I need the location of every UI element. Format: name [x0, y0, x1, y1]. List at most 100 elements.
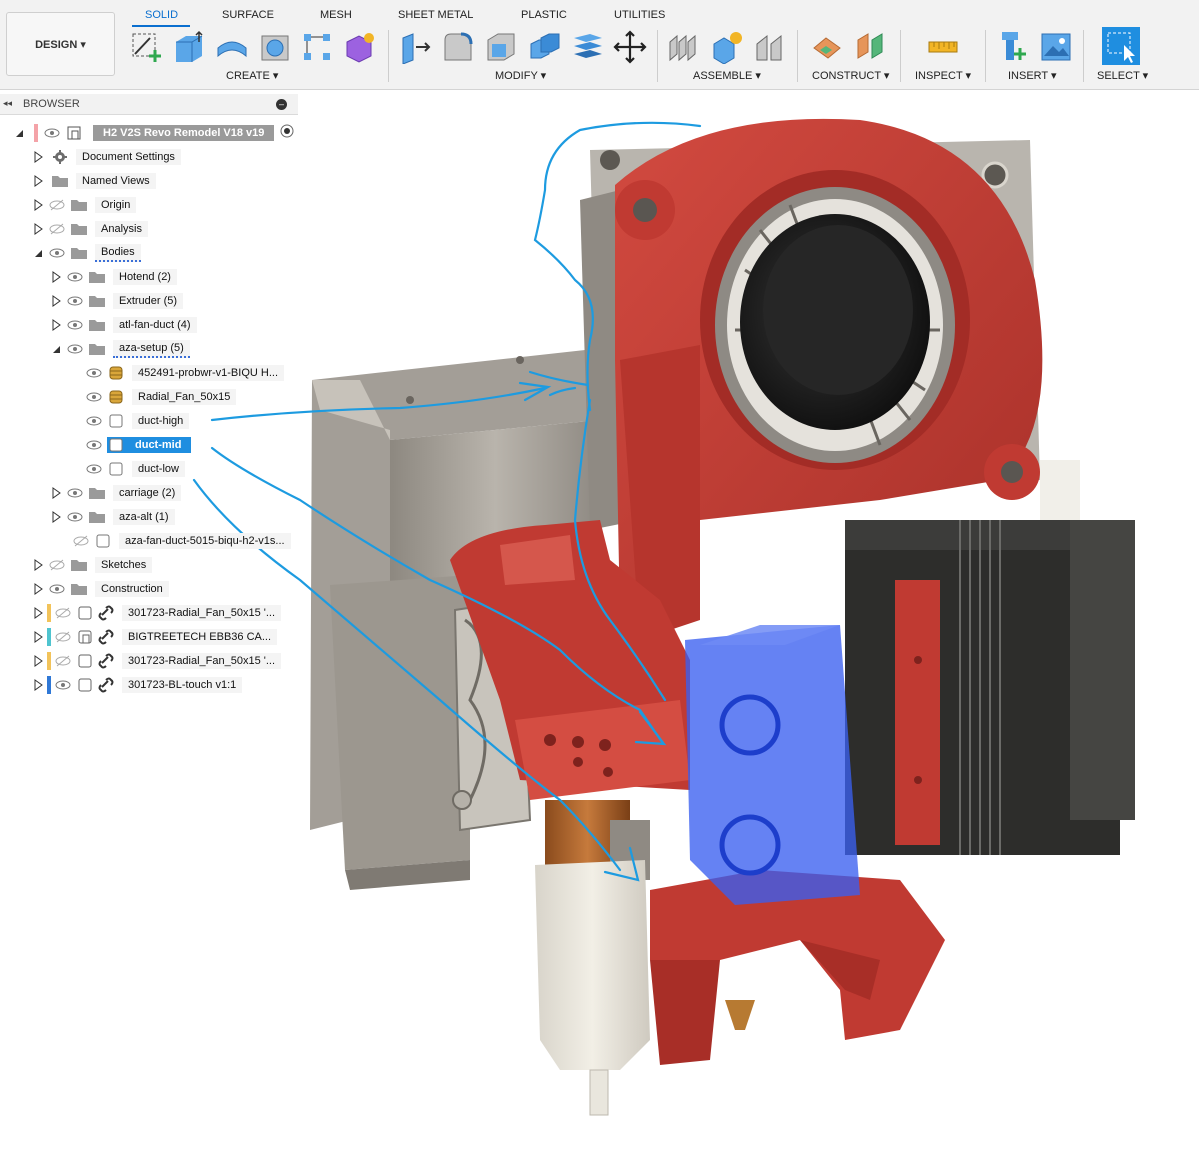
expand-triangle-icon[interactable] — [33, 195, 43, 215]
browser-component-radial-fan-1[interactable]: 301723-Radial_Fan_50x15 '... — [33, 603, 282, 623]
browser-component-ebb36[interactable]: BIGTREETECH EBB36 CA... — [33, 627, 278, 647]
expand-triangle-icon[interactable] — [51, 267, 61, 287]
duct-mid-body-label[interactable]: duct-mid — [125, 437, 192, 453]
hidden-eye-icon[interactable] — [49, 557, 65, 573]
bodies-label[interactable]: Bodies — [95, 244, 141, 262]
expand-triangle-icon[interactable] — [51, 483, 61, 503]
browser-item-construction[interactable]: Construction — [33, 579, 169, 599]
construct-group-label[interactable]: CONSTRUCT ▾ — [812, 69, 889, 82]
visibility-eye-icon[interactable] — [86, 437, 102, 453]
browser-item-document-settings[interactable]: Document Settings — [33, 147, 181, 167]
aza-alt-label[interactable]: aza-alt (1) — [113, 509, 175, 525]
extruder-label[interactable]: Extruder (5) — [113, 293, 184, 309]
visibility-eye-icon[interactable] — [67, 293, 83, 309]
radial-fan-component-1-label[interactable]: 301723-Radial_Fan_50x15 '... — [122, 605, 282, 621]
browser-minimize-button[interactable]: – — [276, 99, 287, 110]
expand-triangle-icon[interactable] — [33, 603, 43, 623]
tab-plastic[interactable]: PLASTIC — [521, 9, 567, 21]
workspace-switcher-button[interactable]: DESIGN ▾ — [6, 12, 115, 76]
fillet-icon[interactable] — [441, 30, 475, 64]
hidden-eye-icon[interactable] — [55, 629, 71, 645]
browser-body-radial-fan[interactable]: Radial_Fan_50x15 — [80, 387, 237, 407]
3d-viewport[interactable] — [0, 0, 1199, 1149]
browser-item-origin[interactable]: Origin — [33, 195, 137, 215]
visibility-eye-icon[interactable] — [86, 389, 102, 405]
plane-at-angle-icon[interactable] — [854, 30, 888, 64]
browser-body-duct-high[interactable]: duct-high — [80, 411, 190, 431]
hole-icon[interactable] — [258, 30, 292, 64]
select-group-label[interactable]: SELECT ▾ — [1097, 69, 1148, 82]
expand-triangle-icon[interactable] — [33, 171, 43, 191]
browser-item-bodies[interactable]: Bodies — [33, 243, 141, 263]
joint-icon[interactable] — [710, 30, 744, 64]
measure-icon[interactable] — [926, 30, 960, 64]
expand-triangle-icon[interactable] — [33, 219, 43, 239]
browser-item-extruder[interactable]: Extruder (5) — [51, 291, 184, 311]
revolve-icon[interactable] — [215, 30, 249, 64]
origin-label[interactable]: Origin — [95, 197, 137, 213]
expand-triangle-icon[interactable] — [51, 291, 61, 311]
visibility-eye-icon[interactable] — [86, 413, 102, 429]
visibility-eye-icon[interactable] — [67, 317, 83, 333]
pattern-icon[interactable] — [300, 30, 334, 64]
tab-utilities[interactable]: UTILITIES — [614, 9, 665, 21]
browser-body-duct-mid[interactable]: duct-mid — [80, 435, 192, 455]
inspect-group-label[interactable]: INSPECT ▾ — [915, 69, 971, 82]
document-settings-label[interactable]: Document Settings — [76, 149, 181, 165]
browser-item-aza-alt[interactable]: aza-alt (1) — [51, 507, 175, 527]
tab-mesh[interactable]: MESH — [320, 9, 352, 21]
collapse-panel-icon[interactable]: ◂◂ — [3, 98, 12, 109]
expand-triangle-icon[interactable] — [33, 579, 43, 599]
select-window-icon[interactable] — [1102, 27, 1140, 65]
aza-setup-label[interactable]: aza-setup (5) — [113, 340, 190, 358]
as-built-joint-icon[interactable] — [753, 30, 787, 64]
offset-plane-icon[interactable] — [810, 30, 844, 64]
hidden-eye-icon[interactable] — [49, 221, 65, 237]
collapse-triangle-icon[interactable] — [51, 339, 61, 359]
browser-root-row[interactable]: H2 V2S Revo Remodel V18 v19 — [14, 123, 294, 143]
duct-low-body-label[interactable]: duct-low — [132, 461, 185, 477]
browser-item-hotend[interactable]: Hotend (2) — [51, 267, 177, 287]
browser-body-probwr[interactable]: 452491-probwr-v1-BIQU H... — [80, 363, 284, 383]
visibility-eye-icon[interactable] — [67, 269, 83, 285]
named-views-label[interactable]: Named Views — [76, 173, 156, 189]
expand-triangle-icon[interactable] — [51, 507, 61, 527]
sketches-label[interactable]: Sketches — [95, 557, 153, 573]
move-copy-icon[interactable] — [613, 30, 647, 64]
atl-fan-duct-label[interactable]: atl-fan-duct (4) — [113, 317, 197, 333]
tab-solid[interactable]: SOLID — [145, 9, 178, 21]
expand-triangle-icon[interactable] — [33, 147, 43, 167]
insert-canvas-icon[interactable] — [1039, 30, 1073, 64]
insert-mcmaster-icon[interactable] — [996, 30, 1030, 64]
probwr-body-label[interactable]: 452491-probwr-v1-BIQU H... — [132, 365, 284, 381]
tab-sheet-metal[interactable]: SHEET METAL — [398, 9, 473, 21]
root-component-label[interactable]: H2 V2S Revo Remodel V18 v19 — [93, 125, 275, 141]
expand-triangle-icon[interactable] — [33, 555, 43, 575]
carriage-label[interactable]: carriage (2) — [113, 485, 182, 501]
create-form-icon[interactable] — [343, 30, 377, 64]
bl-touch-component-label[interactable]: 301723-BL-touch v1:1 — [122, 677, 243, 693]
visibility-eye-icon[interactable] — [86, 365, 102, 381]
assemble-group-label[interactable]: ASSEMBLE ▾ — [693, 69, 761, 82]
hidden-eye-icon[interactable] — [73, 533, 89, 549]
visibility-eye-icon[interactable] — [49, 245, 65, 261]
browser-body-duct-low[interactable]: duct-low — [80, 459, 185, 479]
hotend-label[interactable]: Hotend (2) — [113, 269, 177, 285]
browser-body-aza-fan-duct[interactable]: aza-fan-duct-5015-biqu-h2-v1s... — [67, 531, 291, 551]
insert-group-label[interactable]: INSERT ▾ — [1008, 69, 1057, 82]
hidden-eye-icon[interactable] — [55, 605, 71, 621]
visibility-eye-icon[interactable] — [67, 341, 83, 357]
expand-triangle-icon[interactable] — [33, 675, 43, 695]
visibility-eye-icon[interactable] — [49, 581, 65, 597]
visibility-eye-icon[interactable] — [67, 485, 83, 501]
visibility-eye-icon[interactable] — [67, 509, 83, 525]
shell-icon[interactable] — [484, 30, 518, 64]
browser-item-aza-setup[interactable]: aza-setup (5) — [51, 339, 190, 359]
construction-label[interactable]: Construction — [95, 581, 169, 597]
browser-item-named-views[interactable]: Named Views — [33, 171, 156, 191]
expand-triangle-icon[interactable] — [33, 651, 43, 671]
create-group-label[interactable]: CREATE ▾ — [226, 69, 278, 82]
tab-surface[interactable]: SURFACE — [222, 9, 274, 21]
new-component-icon[interactable] — [667, 30, 701, 64]
hidden-eye-icon[interactable] — [49, 197, 65, 213]
